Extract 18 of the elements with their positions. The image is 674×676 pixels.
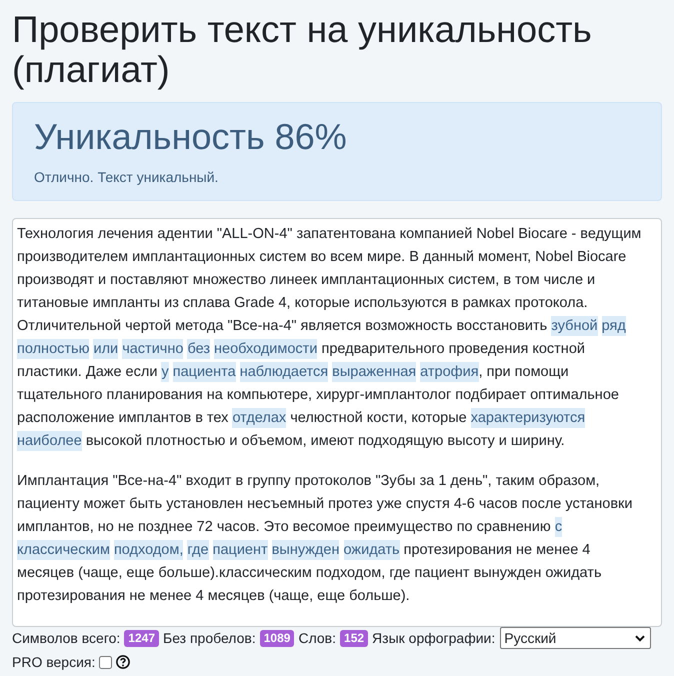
pro-label: PRO версия: bbox=[12, 653, 96, 672]
text-editor[interactable] bbox=[12, 218, 662, 627]
help-icon[interactable] bbox=[116, 655, 130, 669]
paragraph: Имплантация "Все-на-4" входит в группу протоколов "Зубы за 1 день", таким образом, пациенту может быть установлен несъемный протез уже спустя 4-6 часов после установки имплантов, но не позднее 72 часов. Это весомое преимущество по сравнению с классическим подходом, где пациент вынужден ожидать протезирования не менее 4 месяцев (чаще, еще больше).классическим подходом, где пациент вынужден ожидать протезирования не менее 4 месяцев (чаще, еще больше). bbox=[17, 472, 634, 606]
count-badge: 1089 bbox=[260, 630, 294, 646]
chevron-down-icon bbox=[635, 634, 646, 642]
pro-checkbox[interactable] bbox=[99, 656, 112, 668]
language-label: Язык орфографии: bbox=[372, 629, 496, 648]
result-message: Отлично. Текст уникальный. bbox=[34, 169, 220, 185]
paragraph: Технология лечения адентии "ALL-ON-4" запатентована компанией Nobel Biocare - ведущим производителем имплантационных систем во всем мире. В данный момент, Nobel Biocare производят и поставляют множество линеек имплантационных систем, в том числе и титановые импланты из сплава Grade 4, которые используются в рамках протокола. Отличительной чертой метода "Все-на-4" является возможность восстановить зубной ряд полностью или частично без необходимости предварительного проведения костной пластики. Даже если у пациента наблюдается выраженная атрофия, при помощи тщательного планирования на компьютере, хирург-имплантолог подбирает оптимальное расположение имплантов в тех отделах челюстной кости, которые характеризуются наиболее высокой плотностью и объемом, имеют подходящую высоту и ширину. bbox=[17, 225, 642, 453]
stat-label: Символов всего: bbox=[12, 629, 120, 648]
count-badge: 1247 bbox=[124, 630, 159, 646]
stat-label: Слов: bbox=[298, 629, 336, 648]
count-badge: 152 bbox=[340, 630, 368, 646]
stat-label: Без пробелов: bbox=[163, 629, 256, 648]
language-select[interactable]: Русский bbox=[500, 627, 652, 649]
page-title: Проверить текст на уникальность (плагиат) bbox=[12, 10, 593, 90]
uniqueness-heading: Уникальность 86% bbox=[34, 115, 348, 159]
